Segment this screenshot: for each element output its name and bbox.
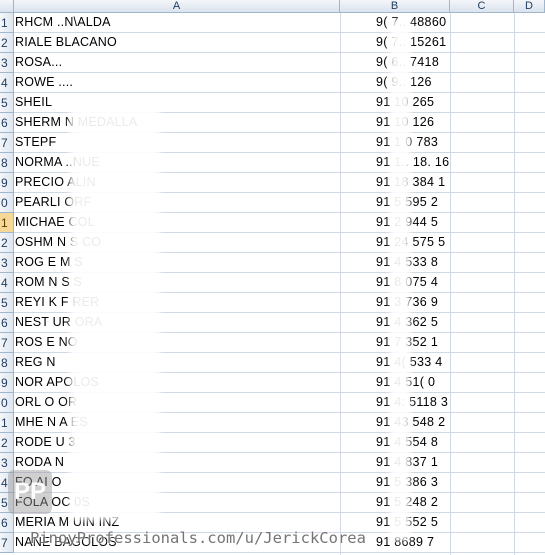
- cell-name[interactable]: PEARLI ORF: [15, 193, 340, 212]
- cell-name[interactable]: SHERM N MEDALLA: [15, 113, 340, 132]
- cell-name[interactable]: RHCM ..N\ALDA: [15, 13, 340, 32]
- row-header[interactable]: 8: [0, 353, 14, 373]
- cell-name[interactable]: OSHM N S CO: [15, 233, 340, 252]
- cell-name[interactable]: ROG E M S: [15, 253, 340, 272]
- column-header-corner[interactable]: [0, 0, 14, 13]
- row-header[interactable]: 3: [0, 253, 14, 273]
- row-header[interactable]: 7: [0, 533, 14, 553]
- row-header[interactable]: 2: [0, 233, 14, 253]
- row-header[interactable]: 1: [0, 213, 14, 233]
- row-header[interactable]: 5: [0, 93, 14, 113]
- table-row: RIALE BLACANO 9( 7.. 15261: [14, 33, 545, 53]
- row-header[interactable]: 4: [0, 273, 14, 293]
- cell-name[interactable]: FO AI O: [15, 473, 340, 492]
- row-header[interactable]: 2: [0, 433, 14, 453]
- cell-name[interactable]: REG N: [15, 353, 340, 372]
- cell-name[interactable]: MICHAE COL: [15, 213, 340, 232]
- row-header[interactable]: 1: [0, 13, 14, 33]
- row-header[interactable]: 9: [0, 373, 14, 393]
- row-header[interactable]: 4: [0, 73, 14, 93]
- row-header[interactable]: 9: [0, 173, 14, 193]
- cell-name[interactable]: ROM N S S: [15, 273, 340, 292]
- cell-name[interactable]: FOLA OC 0S: [15, 493, 340, 512]
- row-header[interactable]: 6: [0, 113, 14, 133]
- row-header[interactable]: 1: [0, 413, 14, 433]
- cell-name[interactable]: PRECIO ALIN: [15, 173, 340, 192]
- row-header[interactable]: 6: [0, 513, 14, 533]
- cell-name[interactable]: REYI K F RER: [15, 293, 340, 312]
- column-header-a[interactable]: A: [14, 0, 340, 13]
- cell-name[interactable]: RODE U 3: [15, 433, 340, 452]
- cell-name[interactable]: STEPF: [15, 133, 340, 152]
- row-header[interactable]: 7: [0, 333, 14, 353]
- cell-name[interactable]: RIALE BLACANO: [15, 33, 340, 52]
- cell-name[interactable]: MHE N A ES: [15, 413, 340, 432]
- cell-name[interactable]: ORL O OR: [15, 393, 340, 412]
- row-header[interactable]: 7: [0, 133, 14, 153]
- cell-name[interactable]: RODA N: [15, 453, 340, 472]
- column-header-d[interactable]: D: [514, 0, 545, 13]
- redaction-blur: [390, 20, 410, 540]
- row-header[interactable]: 2: [0, 33, 14, 53]
- row-header[interactable]: 8: [0, 153, 14, 173]
- row-header[interactable]: 0: [0, 193, 14, 213]
- table-row: RHCM ..N\ALDA 9( 7.. 48860: [14, 13, 545, 33]
- redaction-blur: [70, 100, 160, 520]
- row-header[interactable]: 0: [0, 393, 14, 413]
- watermark-logo: PP: [8, 470, 52, 514]
- row-header[interactable]: 3: [0, 53, 14, 73]
- cell-name[interactable]: NOR APOLOS: [15, 373, 340, 392]
- spreadsheet: A B C D 1 RHCM ..N\ALDA 9( 7.. 48860 2 RIALE…: [0, 0, 545, 555]
- table-row: ROSA...9( 6.. 7418: [14, 53, 545, 73]
- column-header-c[interactable]: C: [450, 0, 514, 13]
- cell-name[interactable]: SHEIL: [15, 93, 340, 112]
- column-header-b[interactable]: B: [340, 0, 450, 13]
- cell-name[interactable]: ROS E NO: [15, 333, 340, 352]
- cell-name[interactable]: NORMA ..NUE: [15, 153, 340, 172]
- cell-name[interactable]: NEST UR ORA: [15, 313, 340, 332]
- table-row: ROWE ....9( 9.. 126: [14, 73, 545, 93]
- watermark-caption: PinoyProfessionals.com/u/JerickCorea: [30, 529, 366, 547]
- cell-name[interactable]: ROSA...: [15, 53, 340, 72]
- row-header[interactable]: 5: [0, 293, 14, 313]
- cell-name[interactable]: ROWE ....: [15, 73, 340, 92]
- row-header[interactable]: 6: [0, 313, 14, 333]
